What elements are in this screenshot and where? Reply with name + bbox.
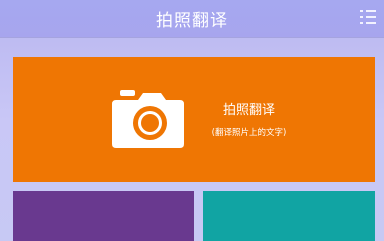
camera-icon: [112, 90, 184, 148]
app-header: 拍照翻译: [0, 0, 384, 37]
photo-translate-tile[interactable]: 拍照翻译 (翻译照片上的文字): [13, 57, 375, 182]
purple-tile[interactable]: [13, 191, 194, 241]
page-title: 拍照翻译: [156, 11, 228, 31]
photo-translate-sublabel: (翻译照片上的文字): [211, 128, 287, 138]
menu-list-icon[interactable]: [360, 9, 377, 24]
photo-translate-text: 拍照翻译 (翻译照片上的文字): [194, 99, 304, 138]
photo-translate-label: 拍照翻译: [222, 103, 275, 118]
teal-tile[interactable]: [203, 191, 375, 241]
